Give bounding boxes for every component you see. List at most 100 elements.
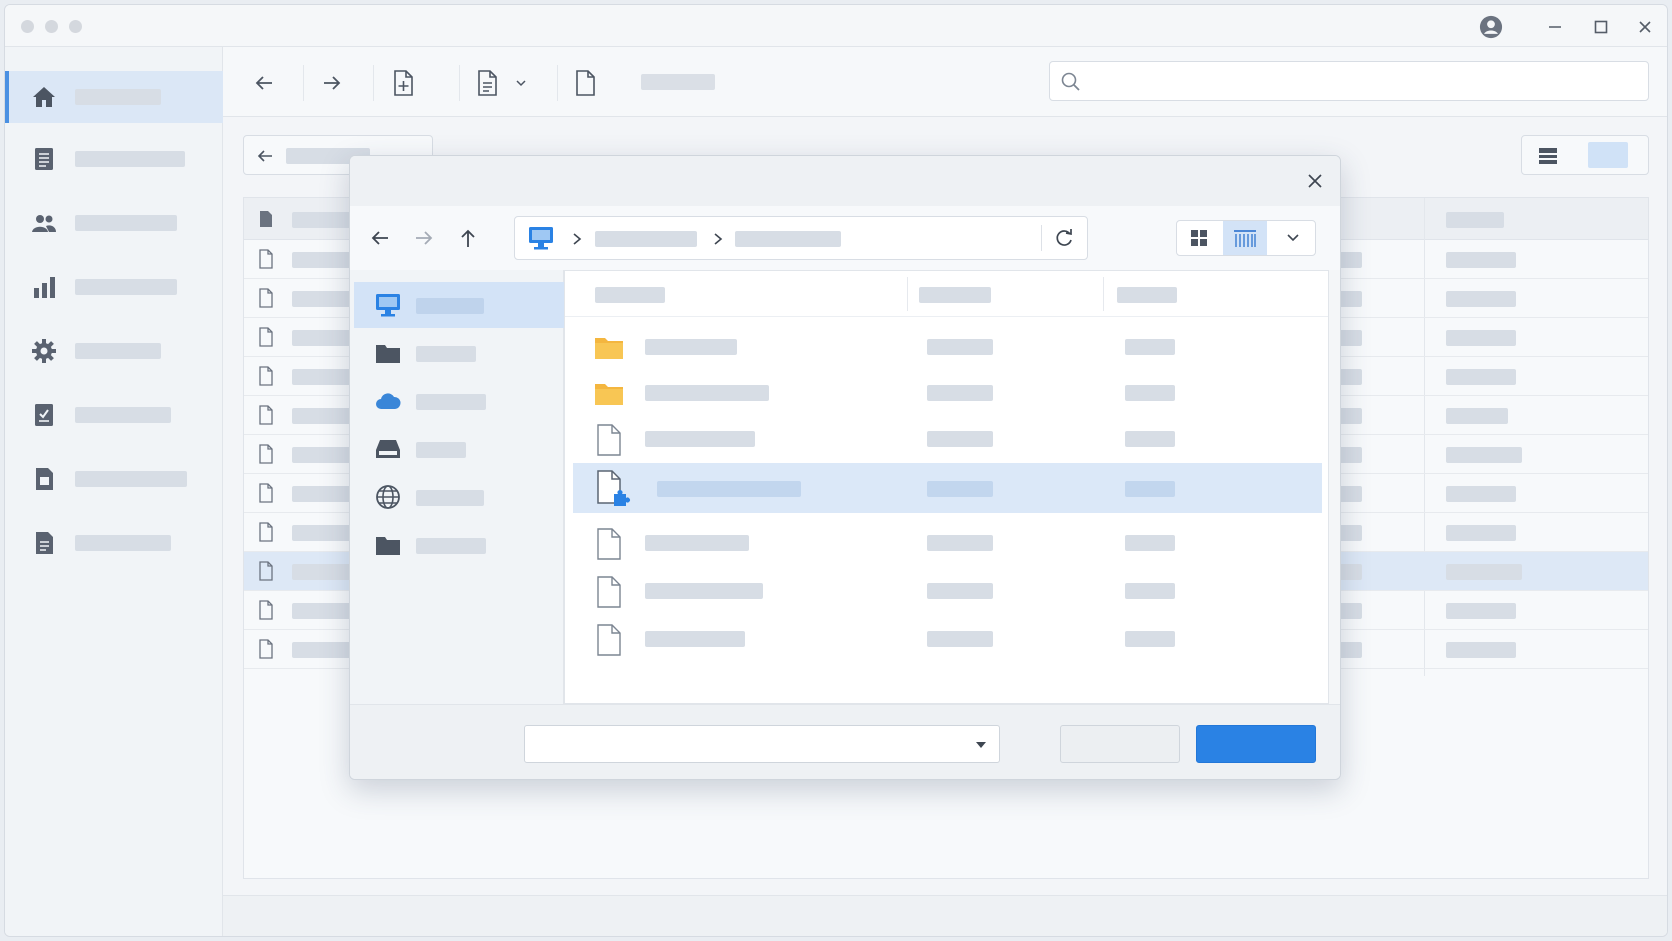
column-header-placeholder[interactable] (595, 287, 665, 303)
back-button[interactable] (247, 66, 281, 100)
file-icon (597, 424, 621, 456)
chart-icon (31, 274, 57, 300)
file-row[interactable] (573, 463, 1322, 513)
file-name-placeholder (645, 431, 755, 447)
cell-placeholder (1446, 564, 1522, 580)
list-icon (31, 146, 57, 172)
folder-icon (593, 377, 625, 409)
file-type-select[interactable] (524, 725, 1000, 763)
extension-file-icon (593, 469, 633, 509)
place-computer[interactable] (354, 282, 564, 328)
window-minimize-dot[interactable] (45, 20, 58, 33)
dialog-back-button[interactable] (362, 220, 398, 256)
search-icon (1061, 72, 1080, 91)
column-header-placeholder[interactable] (1117, 287, 1177, 303)
cell-placeholder (1446, 447, 1522, 463)
dialog-titlebar (350, 156, 1340, 206)
dialog-up-button[interactable] (450, 220, 486, 256)
column-view-button[interactable] (1223, 221, 1267, 255)
file-icon (576, 70, 595, 96)
close-icon[interactable] (1633, 15, 1657, 39)
file-date-placeholder (927, 431, 993, 447)
column-view-icon (1234, 230, 1256, 247)
main-toolbar (223, 47, 1667, 117)
file-icon (259, 600, 273, 620)
file-name-placeholder (645, 583, 763, 599)
sidebar-label-placeholder (75, 151, 185, 167)
dialog-close-button[interactable] (1300, 166, 1330, 196)
view-options-dropdown[interactable] (1271, 221, 1315, 255)
cancel-button[interactable] (1060, 725, 1180, 763)
file-name-placeholder (645, 535, 749, 551)
path-bar[interactable] (514, 216, 1088, 260)
grid-icon (1191, 230, 1207, 246)
window-close-dot[interactable] (21, 20, 34, 33)
close-icon (1308, 174, 1322, 188)
sidebar-item-settings[interactable] (5, 325, 223, 377)
path-divider (1041, 225, 1042, 251)
file-date-placeholder (927, 481, 993, 497)
minimize-icon[interactable] (1543, 15, 1567, 39)
sidebar-item-users[interactable] (5, 197, 223, 249)
view-toggle[interactable] (1521, 135, 1649, 175)
arrow-left-icon[interactable] (256, 147, 274, 165)
column-header-placeholder[interactable] (919, 287, 991, 303)
file-name-placeholder (645, 339, 737, 355)
sidebar-item-notes[interactable] (5, 517, 223, 569)
file-picker-dialog (349, 155, 1341, 780)
window-zoom-dot[interactable] (69, 20, 82, 33)
place-drive[interactable] (354, 426, 564, 472)
folder-icon (374, 340, 402, 366)
profile-icon[interactable] (1479, 15, 1503, 39)
dialog-footer (350, 704, 1340, 779)
search-box[interactable] (1049, 61, 1649, 101)
document-menu-button[interactable] (473, 66, 533, 100)
toolbar-divider (303, 65, 304, 101)
sidebar-item-tasks[interactable] (5, 389, 223, 441)
new-file-button[interactable] (387, 66, 421, 100)
chevron-right-icon (573, 233, 582, 245)
grid-view-button[interactable] (1177, 221, 1221, 255)
search-input[interactable] (1090, 68, 1630, 94)
maximize-icon[interactable] (1589, 15, 1613, 39)
path-segment-placeholder[interactable] (595, 231, 697, 247)
open-button[interactable] (1196, 725, 1316, 763)
file-name-placeholder (645, 631, 745, 647)
path-segment-placeholder[interactable] (735, 231, 841, 247)
place-folder[interactable] (354, 522, 564, 568)
sidebar-label-placeholder (75, 279, 177, 295)
file-row[interactable] (573, 565, 1322, 615)
place-network[interactable] (354, 474, 564, 520)
file-row[interactable] (573, 613, 1322, 663)
column-header-placeholder (292, 212, 352, 228)
sidebar-item-documents[interactable] (5, 453, 223, 505)
cell-placeholder (1446, 408, 1508, 424)
list-view-icon[interactable] (1537, 145, 1559, 167)
file-size-placeholder (1125, 583, 1175, 599)
folder-row[interactable] (573, 321, 1322, 371)
dialog-forward-button[interactable] (406, 220, 442, 256)
chevron-right-icon (714, 233, 723, 245)
sidebar-item-home[interactable] (5, 71, 223, 123)
toolbar-label-placeholder (641, 74, 715, 90)
forward-button[interactable] (315, 66, 349, 100)
column-divider (1103, 277, 1104, 311)
sidebar-item-list[interactable] (5, 133, 223, 185)
refresh-icon[interactable] (1053, 227, 1075, 249)
place-label-placeholder (416, 298, 484, 314)
detail-view-icon[interactable] (1588, 142, 1628, 168)
file-row[interactable] (573, 413, 1322, 463)
place-label-placeholder (416, 442, 466, 458)
place-cloud[interactable] (354, 378, 564, 424)
sidebar-item-chart[interactable] (5, 261, 223, 313)
notes-icon (31, 530, 57, 556)
file-date-placeholder (927, 583, 993, 599)
file-icon (259, 444, 273, 464)
file-row[interactable] (573, 517, 1322, 567)
sidebar-label-placeholder (75, 343, 161, 359)
place-folder[interactable] (354, 330, 564, 376)
folder-row[interactable] (573, 367, 1322, 417)
file-button[interactable] (569, 66, 603, 100)
file-icon (259, 405, 273, 425)
computer-icon[interactable] (527, 225, 555, 251)
